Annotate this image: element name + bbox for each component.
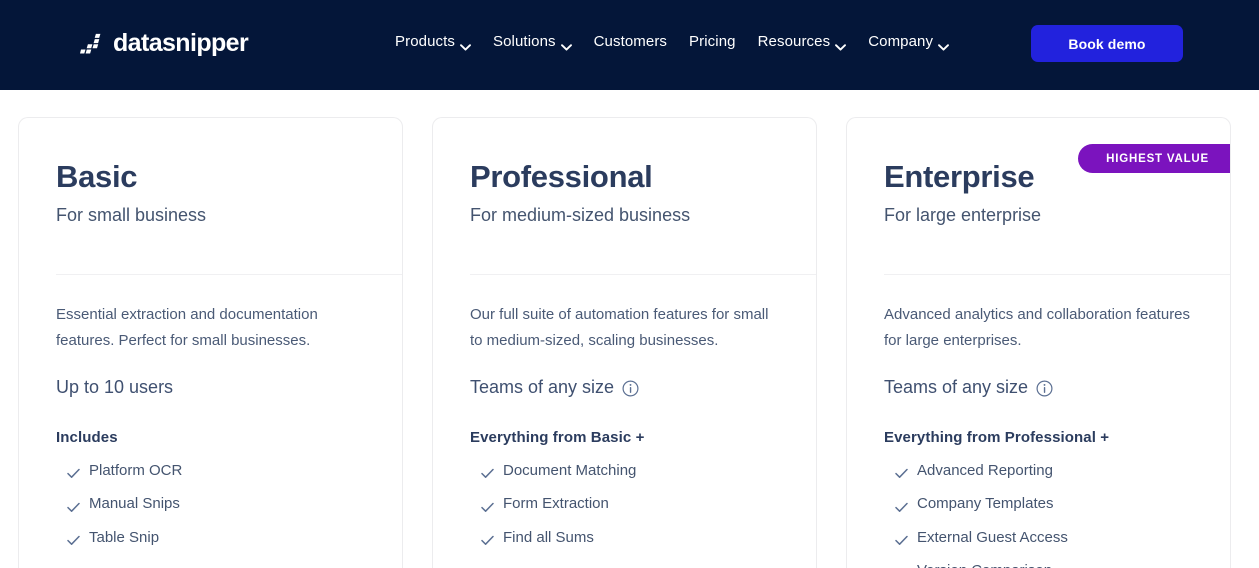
plan-tagline: For small business [56,204,207,225]
plan-card-basic[interactable]: Basic For small business Essential extra… [18,117,403,568]
nav-item-products[interactable]: Products [395,33,471,51]
plan-includes-title: Includes [56,428,118,446]
feature-label: Advanced Reporting [917,461,1053,479]
book-demo-button[interactable]: Book demo [1031,25,1183,62]
plan-name: Basic [56,159,138,194]
plan-users: Teams of any size [470,376,780,399]
chevron-down-icon [835,38,847,51]
list-item: Table Snip [56,528,366,548]
check-icon [481,499,494,512]
check-icon [481,532,494,546]
check-icon [67,532,80,546]
list-item: Platform OCR [56,461,366,481]
feature-label: External Guest Access [917,528,1068,546]
status-badge-highest-value: HIGHEST VALUE [1078,144,1230,173]
plan-includes-title: Everything from Professional + [884,428,1110,446]
site-header: datasnipper Products Solutions Customers… [0,0,1259,90]
card-divider [470,273,816,275]
plan-users-label: Teams of any size [470,376,615,397]
list-item: Document Matching [470,461,780,481]
nav-label-solutions: Solutions [493,33,556,50]
nav-label-company: Company [868,33,934,50]
plan-users: Teams of any size [884,376,1194,399]
feature-label: Manual Snips [89,495,180,513]
chevron-down-icon [938,38,950,51]
plan-description: Essential extraction and documentation f… [56,305,318,349]
check-icon [895,499,908,512]
chevron-down-icon [460,38,471,51]
plan-tagline: For large enterprise [884,204,1042,225]
feature-label: Company Templates [917,495,1054,513]
logo-text: datasnipper [113,29,249,57]
pricing-plans-section: Basic For small business Essential extra… [0,90,1259,568]
list-item: External Guest Access [884,528,1194,548]
nav-item-resources[interactable]: Resources [757,33,847,51]
card-divider [56,273,402,275]
nav-label-products: Products [395,33,455,50]
feature-label: Version Comparison [917,561,1052,568]
nav-item-solutions[interactable]: Solutions [493,33,572,51]
plan-card-professional[interactable]: Professional For medium-sized business O… [432,117,817,568]
check-icon [895,465,908,479]
feature-label: Document Matching [503,461,637,479]
datasnipper-bars-icon [80,33,104,54]
feature-label: Form Extraction [503,495,609,513]
main-navigation: Products Solutions Customers Pricing Res… [395,33,950,51]
plan-users-label: Up to 10 users [56,376,174,397]
check-icon [481,465,494,479]
logo[interactable]: datasnipper [80,29,249,57]
nav-item-pricing[interactable]: Pricing [689,33,736,50]
plan-name: Professional [470,159,653,194]
check-icon [67,499,80,512]
nav-item-customers[interactable]: Customers [594,33,667,50]
nav-label-pricing: Pricing [689,33,736,50]
plan-description: Advanced analytics and collaboration fea… [884,305,1191,349]
plan-feature-list: Document Matching Form Extraction Find a… [470,461,780,548]
chevron-down-icon [560,38,572,51]
list-item: Version Comparison [884,561,1194,568]
plan-includes-title: Everything from Basic + [470,428,645,446]
nav-label-customers: Customers [593,33,668,50]
list-item: Form Extraction [470,494,780,514]
plan-description: Our full suite of automation features fo… [470,305,769,349]
feature-label: Table Snip [89,528,160,546]
plan-feature-list: Advanced Reporting Company Templates Ext… [884,461,1194,568]
plan-card-enterprise[interactable]: HIGHEST VALUE Enterprise For large enter… [846,117,1231,568]
plan-users-label: Teams of any size [884,376,1029,397]
list-item: Manual Snips [56,494,366,514]
plan-users: Up to 10 users [56,376,366,399]
plan-tagline: For medium-sized business [470,204,691,225]
list-item: Company Templates [884,494,1194,514]
info-icon[interactable] [622,380,639,397]
feature-label: Platform OCR [89,461,183,479]
list-item: Find all Sums [470,528,780,548]
plan-feature-list: Platform OCR Manual Snips Table Snip [56,461,366,548]
info-icon[interactable] [1036,380,1053,397]
check-icon [895,532,908,546]
list-item: Advanced Reporting [884,461,1194,481]
check-icon [67,465,80,479]
nav-label-resources: Resources [757,33,831,50]
feature-label: Find all Sums [503,528,594,546]
nav-item-company[interactable]: Company [868,33,950,51]
card-divider [884,273,1230,275]
